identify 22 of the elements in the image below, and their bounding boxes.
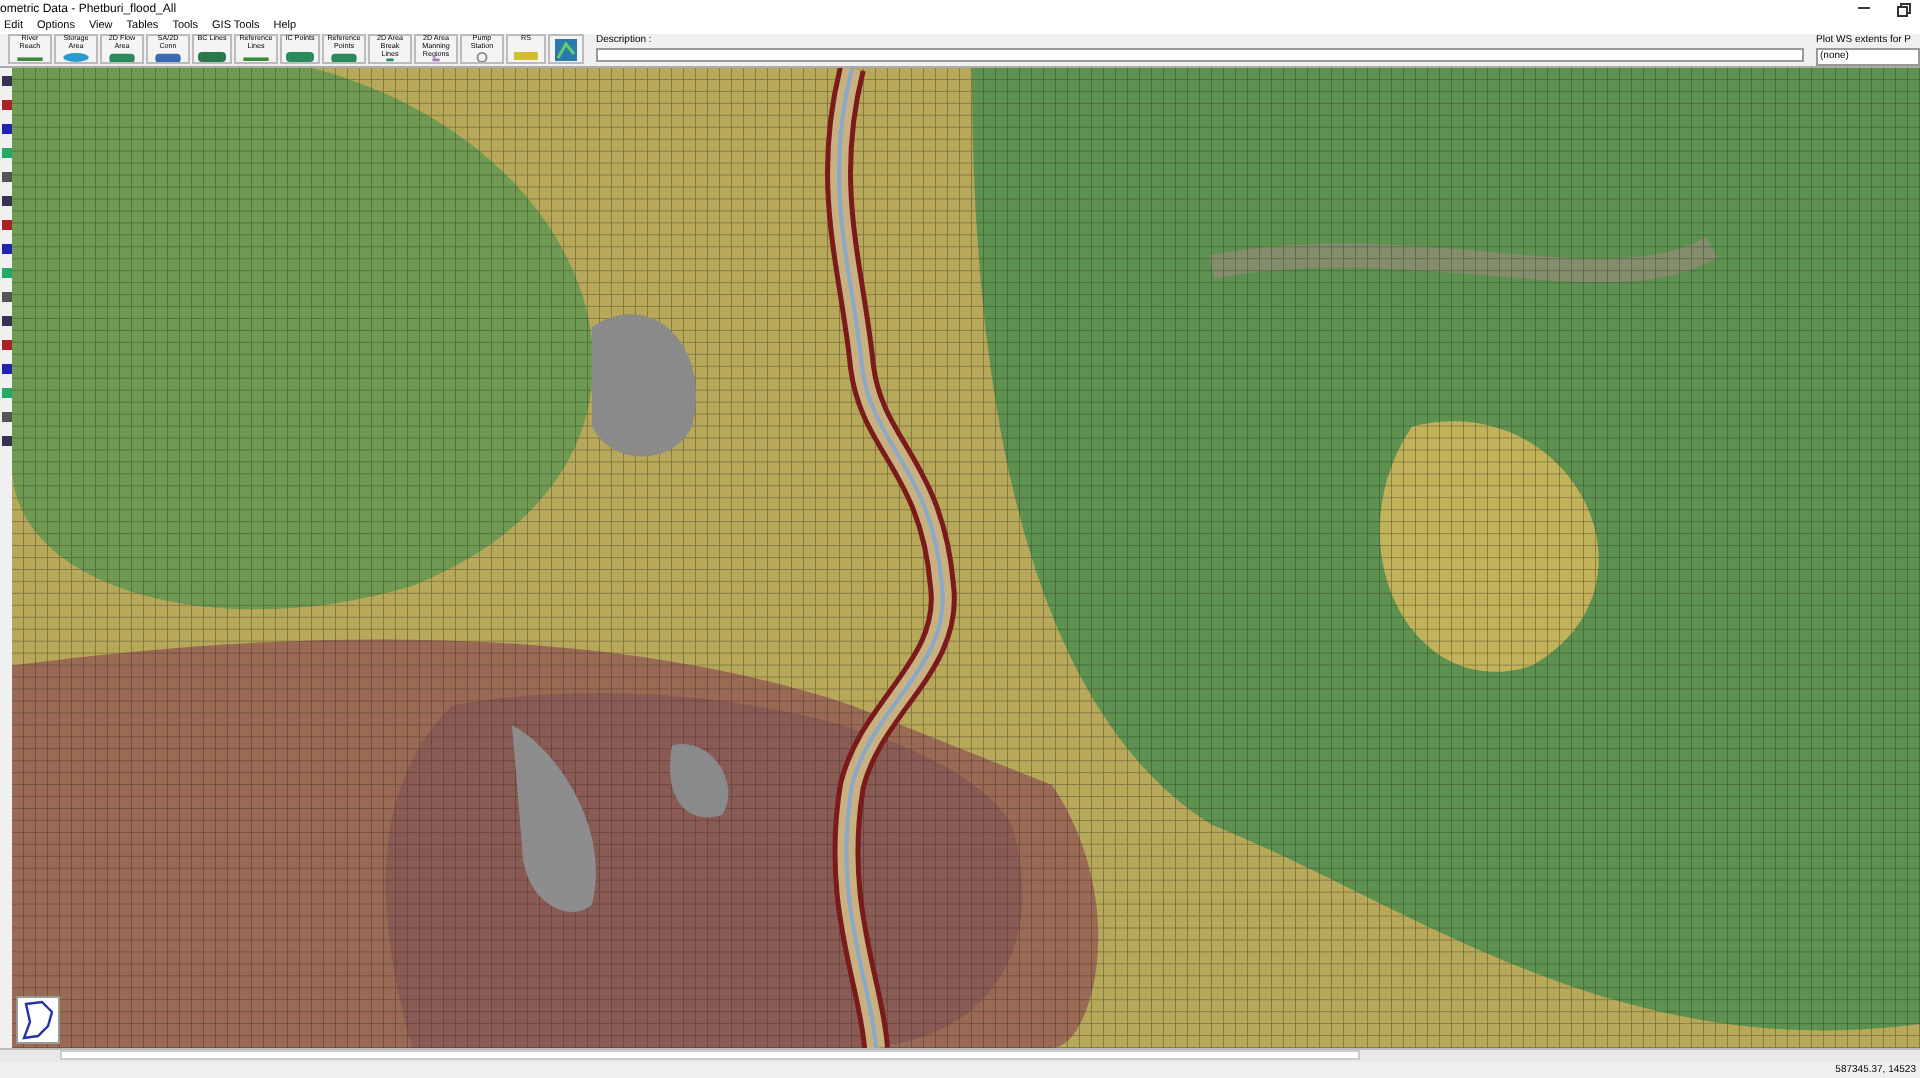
line-tool-icon: [14, 51, 46, 62]
area-tool-icon: [60, 51, 92, 62]
tool-icon[interactable]: [1, 244, 11, 254]
description-field[interactable]: [596, 48, 1804, 62]
restore-icon[interactable]: [1896, 1, 1912, 17]
line-tool-icon: [240, 51, 272, 62]
tool-icon[interactable]: [1, 172, 11, 182]
tool-icon[interactable]: [1, 196, 11, 206]
tool-icon[interactable]: [1, 124, 11, 134]
tool-icon[interactable]: [1, 76, 11, 86]
tool-icon[interactable]: [1, 436, 11, 446]
tool-icon[interactable]: [1, 340, 11, 350]
tool-icon[interactable]: [1, 412, 11, 422]
tool-icon[interactable]: [1, 292, 11, 302]
horizontal-scrollbar[interactable]: [0, 1048, 1920, 1062]
tool-icon[interactable]: [1, 316, 11, 326]
map-layers-button[interactable]: [548, 34, 584, 64]
tool-icon[interactable]: [1, 220, 11, 230]
tool-icon[interactable]: [1, 364, 11, 374]
minimize-icon[interactable]: [1856, 1, 1872, 13]
overview-map-icon: [16, 996, 60, 1044]
tool-icon[interactable]: [1, 100, 11, 110]
